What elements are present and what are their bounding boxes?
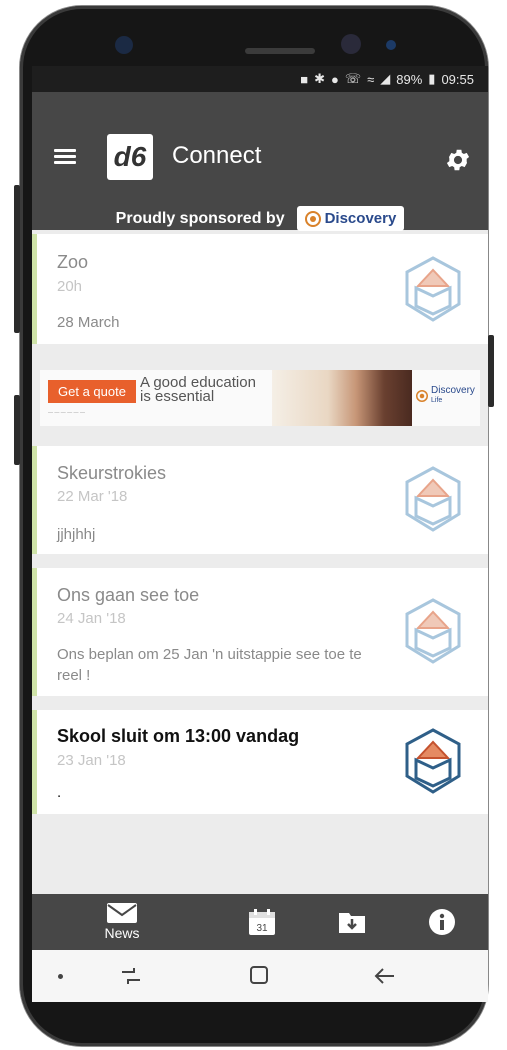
app-title: Connect bbox=[172, 142, 262, 169]
news-body: Ons beplan om 25 Jan 'n uitstappie see t… bbox=[57, 646, 362, 684]
clock: 09:55 bbox=[441, 71, 474, 87]
get-quote-button[interactable]: Get a quote bbox=[48, 380, 136, 403]
nav-downloads[interactable] bbox=[332, 894, 372, 950]
ad-brand: Discovery bbox=[431, 385, 475, 396]
recent-apps-icon[interactable] bbox=[120, 966, 142, 986]
status-bar: ■ ✱ ● ☏ ≈ ◢ 89% ▮ 09:55 bbox=[32, 66, 488, 92]
info-icon bbox=[429, 909, 455, 935]
front-camera bbox=[115, 36, 133, 54]
news-date: 23 Jan '18 bbox=[57, 752, 126, 769]
wifi-icon: ≈ bbox=[367, 71, 375, 87]
system-nav-bar bbox=[32, 950, 488, 1002]
news-date: 20h bbox=[57, 278, 83, 295]
school-crest-icon bbox=[405, 598, 461, 664]
ad-logo: Discovery Life bbox=[416, 386, 475, 406]
news-body: jjhjhhj bbox=[57, 526, 96, 543]
news-body: 28 March bbox=[57, 314, 120, 331]
settings-gear-icon[interactable] bbox=[444, 146, 472, 174]
back-icon[interactable] bbox=[374, 966, 396, 986]
nav-calendar[interactable]: 31 bbox=[242, 894, 282, 950]
signal-icon: ◢ bbox=[380, 71, 391, 86]
advertisement-banner[interactable]: Get a quote — — — — — — A good education… bbox=[40, 370, 480, 426]
ad-headline: A good education is essential bbox=[140, 375, 256, 405]
school-crest-icon bbox=[405, 256, 461, 322]
sponsor-banner: Proudly sponsored by Discovery bbox=[32, 206, 488, 231]
ad-photo bbox=[272, 370, 412, 426]
bixby-button bbox=[14, 395, 20, 465]
ad-line-2: is essential bbox=[140, 388, 215, 405]
ad-brand-sub: Life bbox=[431, 397, 443, 404]
discovery-logo-icon bbox=[416, 390, 428, 402]
news-card[interactable]: Skeurstrokies 22 Mar '18 jjhjhhj bbox=[32, 446, 488, 554]
school-crest-icon bbox=[405, 466, 461, 532]
lock-icon: ■ bbox=[300, 71, 309, 87]
download-folder-icon bbox=[339, 913, 365, 933]
alarm-icon: ● bbox=[331, 71, 339, 87]
battery-percent: 89% bbox=[396, 71, 423, 87]
battery-icon: ▮ bbox=[428, 71, 436, 86]
bluetooth-icon: ✱ bbox=[314, 71, 325, 86]
news-date: 22 Mar '18 bbox=[57, 488, 128, 505]
news-title: Ons gaan see toe bbox=[57, 585, 200, 605]
calendar-icon: 31 bbox=[249, 909, 275, 935]
news-card[interactable]: Zoo 20h 28 March bbox=[32, 234, 488, 344]
news-title: Skool sluit om 13:00 vandag bbox=[57, 726, 300, 746]
news-title: Skeurstrokies bbox=[57, 463, 167, 483]
sponsor-text: Proudly sponsored by bbox=[115, 209, 285, 227]
volume-button bbox=[14, 185, 20, 333]
news-card[interactable]: Skool sluit om 13:00 vandag 23 Jan '18 . bbox=[32, 710, 488, 814]
calendar-day: 31 bbox=[256, 923, 268, 934]
nav-news[interactable]: News bbox=[92, 894, 152, 950]
news-body: . bbox=[57, 784, 62, 801]
ad-fine-print: — — — — — — bbox=[48, 410, 85, 416]
nav-info[interactable] bbox=[422, 894, 462, 950]
call-icon: ☏ bbox=[344, 71, 362, 86]
screen: ■ ✱ ● ☏ ≈ ◢ 89% ▮ 09:55 d6 Connect Proud… bbox=[32, 66, 488, 1002]
nav-news-label: News bbox=[104, 925, 140, 941]
sensor bbox=[386, 40, 396, 50]
nav-dot-icon bbox=[58, 974, 63, 979]
school-crest-icon bbox=[405, 728, 461, 794]
envelope-icon bbox=[107, 903, 137, 923]
menu-button[interactable] bbox=[54, 149, 76, 165]
home-icon[interactable] bbox=[249, 965, 269, 985]
news-title: Zoo bbox=[57, 252, 89, 272]
earpiece-speaker bbox=[245, 48, 315, 54]
sponsor-name: Discovery bbox=[324, 210, 397, 227]
app-logo: d6 bbox=[107, 134, 153, 180]
news-date: 24 Jan '18 bbox=[57, 610, 126, 627]
power-button bbox=[488, 335, 494, 407]
app-header: d6 Connect Proudly sponsored by Discover… bbox=[32, 92, 488, 231]
discovery-logo-icon bbox=[304, 210, 321, 227]
iris-sensor bbox=[341, 34, 361, 54]
bottom-nav: News 31 bbox=[32, 894, 488, 950]
sponsor-logo[interactable]: Discovery bbox=[296, 206, 405, 231]
hamburger-icon bbox=[54, 149, 76, 152]
news-card[interactable]: Ons gaan see toe 24 Jan '18 Ons beplan o… bbox=[32, 568, 488, 696]
